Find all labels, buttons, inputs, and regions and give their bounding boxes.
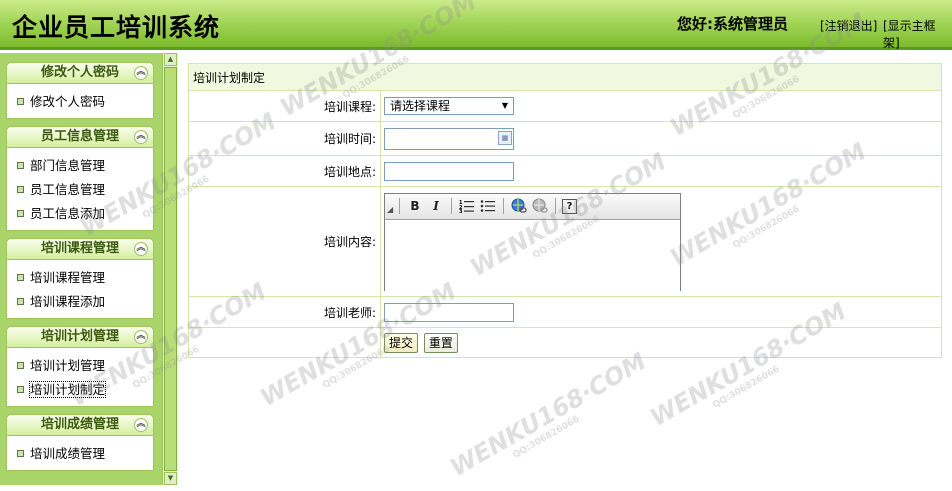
bullet-icon xyxy=(17,274,24,281)
help-icon[interactable]: ? xyxy=(562,198,577,214)
scroll-down-arrow-icon[interactable]: ▼ xyxy=(164,472,177,485)
buttons-label-cell xyxy=(188,327,381,358)
bullet-icon xyxy=(17,298,24,305)
menu-group-header[interactable]: 培训成绩管理 ︽ xyxy=(6,414,154,436)
sidebar-item-employee-manage[interactable]: 员工信息管理 xyxy=(7,178,153,202)
sidebar: 修改个人密码 ︽ 修改个人密码 员工信息管理 ︽ 部门信息管理 员工信息管理 员… xyxy=(0,53,162,485)
app-title: 企业员工培训系统 xyxy=(12,13,221,42)
menu-group-title: 培训课程管理 xyxy=(40,241,119,256)
location-label: 培训地点: xyxy=(188,155,381,187)
menu-group-header[interactable]: 培训课程管理 ︽ xyxy=(6,238,154,260)
teacher-label: 培训老师: xyxy=(188,296,381,328)
ordered-list-icon[interactable]: 123 xyxy=(458,197,476,215)
collapse-icon[interactable]: ︽ xyxy=(134,330,148,344)
menu-group-body: 培训课程管理 培训课程添加 xyxy=(6,260,154,319)
form-title: 培训计划制定 xyxy=(188,63,942,91)
menu-group-body: 培训计划管理 培训计划制定 xyxy=(6,348,154,407)
bullet-icon xyxy=(17,162,24,169)
menu-group-body: 培训成绩管理 xyxy=(6,436,154,471)
bullet-icon xyxy=(17,98,24,105)
collapse-icon[interactable]: ︽ xyxy=(134,418,148,432)
menu-group-header[interactable]: 修改个人密码 ︽ xyxy=(6,62,154,84)
sidebar-item-employee-add[interactable]: 员工信息添加 xyxy=(7,202,153,226)
collapse-icon[interactable]: ︽ xyxy=(134,242,148,256)
menu-group-password: 修改个人密码 ︽ 修改个人密码 xyxy=(6,62,154,119)
bold-icon[interactable]: B xyxy=(406,197,424,215)
menu-group-score: 培训成绩管理 ︽ 培训成绩管理 xyxy=(6,414,154,471)
menu-group-header[interactable]: 培训计划管理 ︽ xyxy=(6,326,154,348)
submit-button[interactable]: 提交 xyxy=(384,332,419,353)
bullet-icon xyxy=(17,386,24,393)
bullet-icon xyxy=(17,186,24,193)
teacher-input[interactable] xyxy=(384,302,514,322)
sidebar-item-plan-manage[interactable]: 培训计划管理 xyxy=(7,354,153,378)
sidebar-item-plan-create[interactable]: 培训计划制定 xyxy=(7,378,153,402)
training-plan-form: 培训计划制定 培训课程: 请选择课程 ▼ 培训时间: ▦ 培训地点: 培训内容:… xyxy=(188,63,942,358)
course-select-value: 请选择课程 xyxy=(390,99,451,113)
italic-icon[interactable]: I xyxy=(427,197,445,215)
menu-group-employee: 员工信息管理 ︽ 部门信息管理 员工信息管理 员工信息添加 xyxy=(6,126,154,231)
sidebar-item-department-manage[interactable]: 部门信息管理 xyxy=(7,154,153,178)
content-rich-editor: ◢ B I 123 ? xyxy=(384,192,681,291)
collapse-icon[interactable]: ︽ xyxy=(134,130,148,144)
user-greeting: 您好:系统管理员 xyxy=(677,15,788,33)
collapse-icon[interactable]: ︽ xyxy=(134,66,148,80)
time-label: 培训时间: xyxy=(188,121,381,156)
logout-link[interactable]: [注销退出] xyxy=(820,17,877,34)
course-label: 培训课程: xyxy=(188,90,381,122)
insert-link-icon[interactable] xyxy=(510,197,528,215)
editor-toolbar: ◢ B I 123 ? xyxy=(385,193,680,220)
content-label: 培训内容: xyxy=(188,186,381,297)
menu-group-title: 培训成绩管理 xyxy=(40,417,119,432)
sidebar-item-score-manage[interactable]: 培训成绩管理 xyxy=(7,442,153,466)
sidebar-item-course-add[interactable]: 培训课程添加 xyxy=(7,290,153,314)
menu-group-plan: 培训计划管理 ︽ 培训计划管理 培训计划制定 xyxy=(6,326,154,407)
bullet-icon xyxy=(17,450,24,457)
calendar-icon[interactable]: ▦ xyxy=(498,130,512,145)
menu-group-body: 部门信息管理 员工信息管理 员工信息添加 xyxy=(6,148,154,231)
menu-group-body: 修改个人密码 xyxy=(6,84,154,119)
menu-group-title: 员工信息管理 xyxy=(40,129,119,144)
toggle-main-frame-link[interactable]: [显示主框架] xyxy=(883,17,952,51)
sidebar-item-change-password[interactable]: 修改个人密码 xyxy=(7,90,153,114)
toolbar-grip-icon[interactable]: ◢ xyxy=(387,198,393,214)
remove-link-icon[interactable] xyxy=(531,197,549,215)
sidebar-item-course-manage[interactable]: 培训课程管理 xyxy=(7,266,153,290)
scroll-thumb[interactable] xyxy=(164,67,177,471)
reset-button[interactable]: 重置 xyxy=(423,332,458,353)
menu-group-course: 培训课程管理 ︽ 培训课程管理 培训课程添加 xyxy=(6,238,154,319)
scroll-up-arrow-icon[interactable]: ▲ xyxy=(164,53,177,66)
menu-group-title: 修改个人密码 xyxy=(40,65,119,80)
menu-group-title: 培训计划管理 xyxy=(40,329,119,344)
training-location-input[interactable] xyxy=(384,161,514,181)
svg-text:3: 3 xyxy=(459,209,463,213)
unordered-list-icon[interactable] xyxy=(479,197,497,215)
course-select[interactable]: 请选择课程 ▼ xyxy=(384,97,514,115)
content-editor-area[interactable] xyxy=(385,219,680,291)
top-header: 企业员工培训系统 您好:系统管理员 [注销退出] [显示主框架] xyxy=(0,0,952,50)
main-content: 培训计划制定 培训课程: 请选择课程 ▼ 培训时间: ▦ 培训地点: 培训内容:… xyxy=(178,53,952,485)
sidebar-scrollbar[interactable]: ▲ ▼ xyxy=(162,53,178,485)
chevron-down-icon: ▼ xyxy=(501,101,508,110)
bullet-icon xyxy=(17,362,24,369)
menu-group-header[interactable]: 员工信息管理 ︽ xyxy=(6,126,154,148)
bullet-icon xyxy=(17,210,24,217)
training-time-input[interactable]: ▦ xyxy=(384,127,514,150)
